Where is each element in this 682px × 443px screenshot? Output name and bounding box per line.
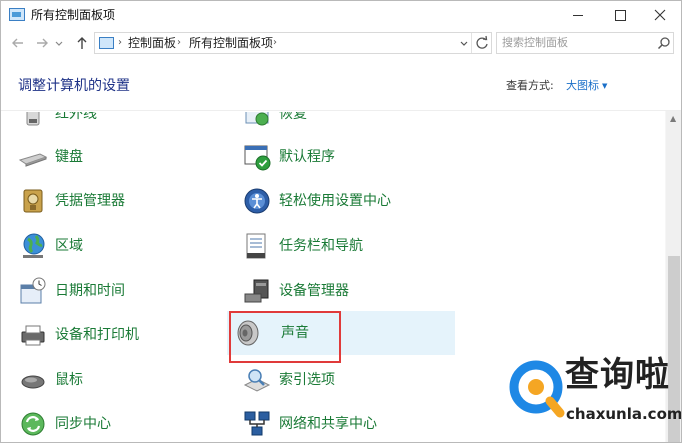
item-infrared[interactable]: 红外线 <box>15 112 225 134</box>
item-label: 索引选项 <box>279 372 335 388</box>
back-button[interactable] <box>9 33 27 53</box>
taskbar-navigation-icon <box>246 233 266 259</box>
refresh-icon <box>476 35 488 49</box>
title-bar: 所有控制面板项 <box>1 1 681 29</box>
navigation-bar: › 控制面板 › 所有控制面板项 › 搜索控制面板 <box>1 29 681 57</box>
recent-locations-button[interactable] <box>53 33 65 53</box>
item-label: 鼠标 <box>55 372 83 388</box>
watermark-logo-icon <box>509 360 565 418</box>
item-label: 设备和打印机 <box>55 327 139 343</box>
item-label: 任务栏和导航 <box>279 238 363 254</box>
item-label: 网络和共享中心 <box>279 416 377 432</box>
breadcrumb-separator-icon: › <box>177 37 181 48</box>
view-by-label: 查看方式: <box>506 79 554 92</box>
item-region[interactable]: 区域 <box>15 226 225 266</box>
scroll-up-arrow-icon[interactable]: ▲ <box>670 114 676 123</box>
item-label: 设备管理器 <box>279 283 349 299</box>
item-keyboard[interactable]: 键盘 <box>15 137 225 177</box>
address-bar[interactable]: › 控制面板 › 所有控制面板项 › <box>94 32 492 54</box>
network-sharing-icon <box>244 411 270 436</box>
item-taskbar-navigation[interactable]: 任务栏和导航 <box>239 226 449 266</box>
item-label: 区域 <box>55 238 83 254</box>
search-input[interactable]: 搜索控制面板 <box>496 32 674 54</box>
search-placeholder: 搜索控制面板 <box>502 36 568 49</box>
breadcrumb-all-items[interactable]: 所有控制面板项 <box>189 36 273 50</box>
item-label: 轻松使用设置中心 <box>279 193 391 209</box>
search-icon[interactable] <box>657 36 671 50</box>
item-label: 恢复 <box>279 112 307 122</box>
page-header: 调整计算机的设置 查看方式: 大图标 ▼ <box>1 57 681 111</box>
maximize-button[interactable] <box>599 1 641 29</box>
region-globe-icon <box>23 233 45 258</box>
up-button[interactable] <box>73 33 91 53</box>
forward-button[interactable] <box>33 33 51 53</box>
window-title: 所有控制面板项 <box>31 8 116 22</box>
item-network-sharing[interactable]: 网络和共享中心 <box>239 404 449 442</box>
close-icon <box>654 9 666 21</box>
date-time-icon <box>20 277 46 304</box>
item-sync-center[interactable]: 同步中心 <box>15 404 225 442</box>
device-manager-icon <box>244 279 269 303</box>
view-by-dropdown[interactable]: 大图标 <box>566 79 599 92</box>
keyboard-icon <box>18 153 48 167</box>
page-title: 调整计算机的设置 <box>18 78 130 94</box>
item-label: 红外线 <box>55 112 97 122</box>
watermark-text: 查询啦 <box>565 355 670 395</box>
item-ease-of-access[interactable]: 轻松使用设置中心 <box>239 181 449 221</box>
close-button[interactable] <box>639 1 681 29</box>
item-label: 默认程序 <box>279 149 335 165</box>
infrared-icon <box>26 112 40 126</box>
control-panel-window: 所有控制面板项 › 控制面板 › 所有控制面板项 › 搜索控制面板 调整计算机的… <box>0 0 682 443</box>
breadcrumb-separator-icon: › <box>118 37 122 48</box>
control-panel-icon <box>9 8 25 21</box>
item-credential-manager[interactable]: 凭据管理器 <box>15 181 225 221</box>
default-programs-icon <box>244 145 271 171</box>
item-label: 日期和时间 <box>55 283 125 299</box>
printer-icon <box>21 325 45 346</box>
item-date-time[interactable]: 日期和时间 <box>15 271 225 311</box>
item-default-programs[interactable]: 默认程序 <box>239 137 449 177</box>
control-panel-small-icon <box>99 37 114 49</box>
forward-arrow-icon <box>37 38 48 48</box>
credential-manager-icon <box>23 189 43 213</box>
breadcrumb-control-panel[interactable]: 控制面板 <box>128 36 176 50</box>
back-arrow-icon <box>12 38 23 48</box>
item-indexing-options[interactable]: 索引选项 <box>239 360 449 400</box>
chevron-down-icon <box>55 41 63 46</box>
recovery-icon <box>245 112 269 126</box>
indexing-options-icon <box>243 369 271 392</box>
ease-of-access-icon <box>244 188 270 214</box>
item-devices-printers[interactable]: 设备和打印机 <box>15 315 225 355</box>
address-dropdown-icon[interactable] <box>459 36 469 55</box>
breadcrumb-separator-icon: › <box>273 37 277 48</box>
up-arrow-icon <box>77 37 87 49</box>
site-watermark: 查询啦 chaxunla.com <box>506 353 681 435</box>
sync-center-icon <box>21 412 45 436</box>
view-by-chevron-down-icon[interactable]: ▼ <box>602 80 607 93</box>
mouse-icon <box>21 375 45 389</box>
item-recovery[interactable]: 恢复 <box>239 112 449 134</box>
item-label: 同步中心 <box>55 416 111 432</box>
minimize-button[interactable] <box>557 1 599 29</box>
item-device-manager[interactable]: 设备管理器 <box>239 271 449 311</box>
item-label: 凭据管理器 <box>55 193 125 209</box>
annotation-highlight-box <box>229 311 341 363</box>
watermark-site: chaxunla.com <box>566 405 682 423</box>
refresh-button[interactable] <box>471 33 491 53</box>
item-mouse[interactable]: 鼠标 <box>15 360 225 400</box>
item-label: 键盘 <box>55 149 83 165</box>
